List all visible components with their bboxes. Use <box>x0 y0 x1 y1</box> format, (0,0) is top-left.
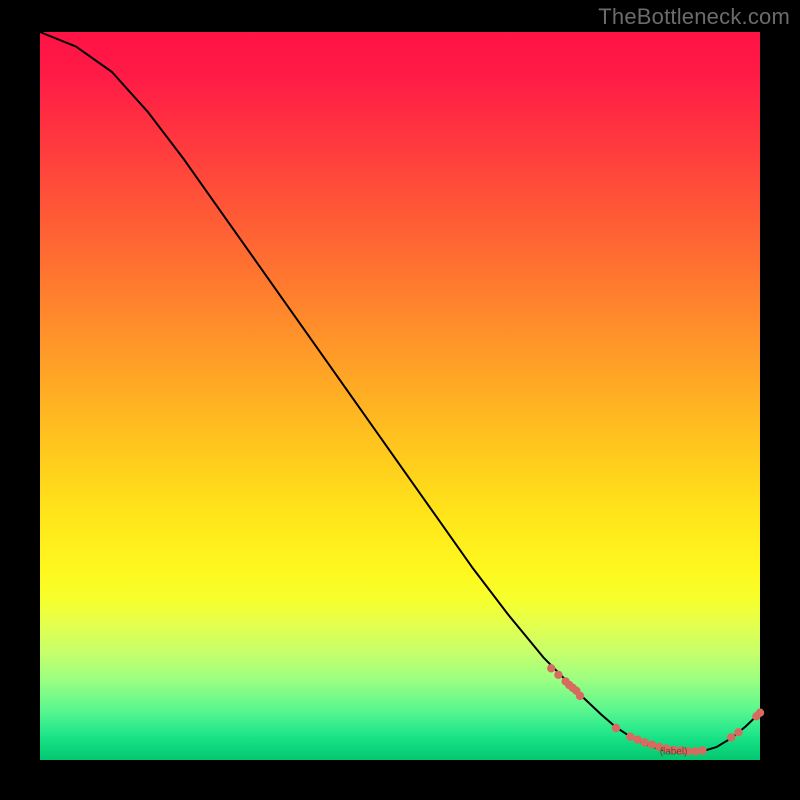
data-point <box>727 733 735 741</box>
data-point <box>633 735 641 743</box>
data-point <box>626 733 634 741</box>
bottleneck-curve <box>40 32 760 753</box>
data-point <box>691 747 699 755</box>
data-point <box>648 741 656 749</box>
data-point <box>756 709 764 717</box>
data-point <box>734 728 742 736</box>
scatter-points <box>547 664 764 755</box>
data-point <box>612 724 620 732</box>
data-point <box>576 692 584 700</box>
data-point <box>554 671 562 679</box>
data-point <box>698 746 706 754</box>
curve-label: (label) <box>660 746 688 757</box>
watermark-text: TheBottleneck.com <box>598 4 790 30</box>
plot-area: (label) <box>40 32 760 760</box>
chart-svg: (label) <box>40 32 760 760</box>
chart-frame: TheBottleneck.com (label) <box>0 0 800 800</box>
data-point <box>641 738 649 746</box>
data-point <box>547 664 555 672</box>
